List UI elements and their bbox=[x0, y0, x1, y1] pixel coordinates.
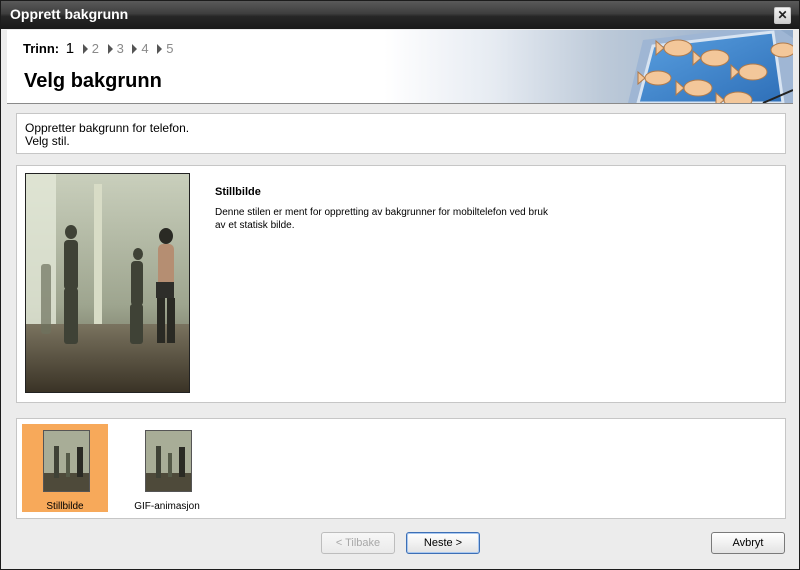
style-option-stillbilde[interactable]: Stillbilde bbox=[22, 424, 108, 512]
next-button[interactable]: Neste > bbox=[406, 532, 480, 554]
step-2: 2 bbox=[91, 41, 99, 56]
title-bar[interactable]: Opprett bakgrunn ✕ bbox=[1, 1, 799, 29]
close-button[interactable]: ✕ bbox=[774, 7, 791, 24]
style-name: Stillbilde bbox=[215, 186, 261, 198]
style-preview-panel: Stillbilde Denne stilen er ment for oppr… bbox=[16, 165, 786, 403]
back-button[interactable]: < Tilbake bbox=[321, 532, 395, 554]
style-option-gif-animasjon[interactable]: GIF-animasjon bbox=[124, 424, 210, 512]
description-panel: Oppretter bakgrunn for telefon. Velg sti… bbox=[16, 113, 786, 154]
steps-label: Trinn: bbox=[23, 41, 60, 56]
preview-image bbox=[25, 173, 190, 393]
step-arrow-icon bbox=[157, 44, 163, 54]
page-title: Velg bakgrunn bbox=[24, 70, 162, 92]
step-current: 1 bbox=[65, 40, 75, 57]
step-indicator: Trinn: 1 2 3 4 5 bbox=[23, 40, 174, 57]
wizard-window: Opprett bakgrunn ✕ Trinn: 1 2 3 4 5 Velg… bbox=[0, 0, 800, 570]
window-title: Opprett bakgrunn bbox=[10, 6, 129, 22]
description-line-1: Oppretter bakgrunn for telefon. bbox=[25, 121, 190, 135]
style-thumbnail bbox=[43, 430, 90, 492]
style-list: Stillbilde GIF-animasjon bbox=[16, 418, 786, 519]
style-description: Denne stilen er ment for oppretting av b… bbox=[215, 207, 548, 231]
cancel-button[interactable]: Avbryt bbox=[711, 532, 785, 554]
step-3: 3 bbox=[116, 41, 124, 56]
step-4: 4 bbox=[141, 41, 149, 56]
step-arrow-icon bbox=[82, 44, 88, 54]
header-fish-illustration bbox=[628, 30, 793, 103]
description-line-2: Velg stil. bbox=[25, 134, 70, 148]
step-arrow-icon bbox=[132, 44, 138, 54]
step-5: 5 bbox=[166, 41, 174, 56]
style-option-label: GIF-animasjon bbox=[134, 501, 200, 512]
close-icon: ✕ bbox=[777, 8, 788, 22]
step-arrow-icon bbox=[107, 44, 113, 54]
style-thumbnail bbox=[145, 430, 192, 492]
wizard-header: Trinn: 1 2 3 4 5 Velg bakgrunn bbox=[7, 30, 793, 104]
style-option-label: Stillbilde bbox=[46, 501, 84, 512]
